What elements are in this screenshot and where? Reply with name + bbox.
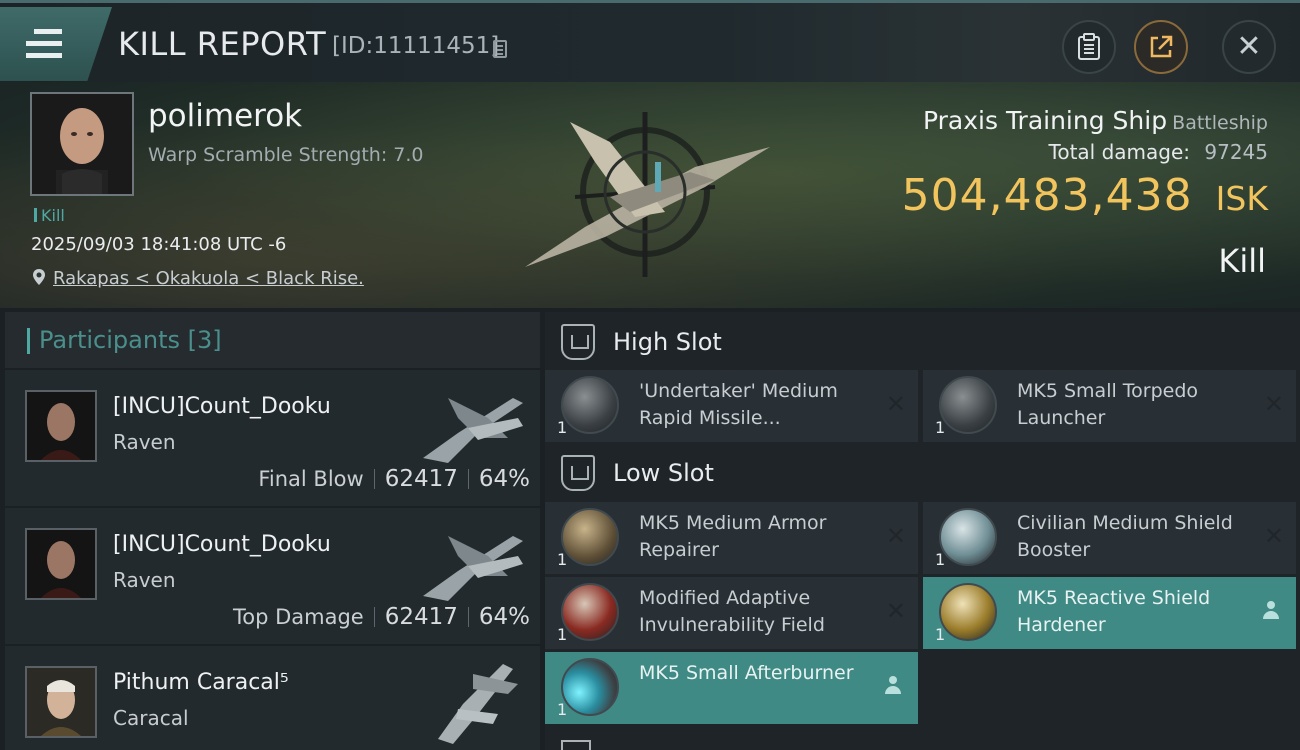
avatar[interactable] <box>25 528 97 600</box>
destroyed-icon: ✕ <box>1263 522 1284 550</box>
destroyed-icon: ✕ <box>1263 390 1284 418</box>
low-slot-title: Low Slot <box>613 459 714 487</box>
participant-damage: 62417 <box>384 604 458 630</box>
module-item[interactable]: 1 MK5 Small Afterburner <box>545 652 918 724</box>
module-item[interactable]: 1 MK5 Reactive Shield Hardener <box>923 577 1296 649</box>
module-quantity: 1 <box>557 418 568 437</box>
avatar[interactable] <box>25 390 97 462</box>
total-damage-value: 97245 <box>1204 140 1268 164</box>
kill-result: Kill <box>1218 242 1266 280</box>
kill-tag: Kill <box>34 206 65 225</box>
high-slot-title: High Slot <box>613 328 722 356</box>
clipboard-icon <box>1078 33 1100 60</box>
shield-booster-icon <box>939 508 997 566</box>
participant-percent: 64% <box>478 604 530 630</box>
mid-slot-icon <box>561 740 591 750</box>
location-link[interactable]: Rakapas < Okakuola < Black Rise. <box>53 268 364 289</box>
missile-launcher-icon <box>561 376 619 434</box>
avatar[interactable] <box>25 666 97 738</box>
victim-ship-class: Battleship <box>1172 112 1268 134</box>
module-item[interactable]: 1 Civilian Medium Shield Booster ✕ <box>923 502 1296 574</box>
close-button[interactable]: ✕ <box>1222 20 1276 74</box>
module-name: MK5 Reactive Shield Hardener <box>1017 587 1211 636</box>
destroyed-icon: ✕ <box>885 597 906 625</box>
participant-row[interactable]: [INCU]Count_Dooku Raven Top Damage 62417 6… <box>5 508 540 644</box>
clipboard-button[interactable] <box>1062 20 1116 74</box>
module-quantity: 1 <box>935 550 946 569</box>
participant-role: Final Blow <box>258 467 364 491</box>
participant-row[interactable]: Pithum Caracal⁵ Caracal <box>5 646 540 750</box>
participant-percent: 64% <box>478 466 530 492</box>
close-icon: ✕ <box>1236 29 1262 64</box>
copy-icon[interactable] <box>493 40 507 58</box>
fitting-slots-panel: High Slot 1 'Undertaker' Medium Rapid Mi… <box>545 312 1300 750</box>
low-slot-header: Low Slot <box>545 445 1300 503</box>
torpedo-launcher-icon <box>939 376 997 434</box>
kill-datetime: 2025/09/03 18:41:08 UTC -6 <box>31 234 287 255</box>
module-item[interactable]: 1 Modified Adaptive Invulnerability Fiel… <box>545 577 918 649</box>
victim-ship-name[interactable]: Praxis Training Ship <box>923 106 1167 135</box>
dropped-person-icon <box>884 676 902 696</box>
module-name: Modified Adaptive Invulnerability Field <box>639 587 825 636</box>
victim-ship-image[interactable] <box>515 102 785 292</box>
module-quantity: 1 <box>557 700 568 719</box>
high-slot-icon <box>561 324 595 360</box>
menu-icon <box>26 29 62 59</box>
victim-name[interactable]: polimerok <box>148 98 302 134</box>
afterburner-icon <box>561 658 619 716</box>
share-icon <box>1150 35 1173 58</box>
share-button[interactable] <box>1134 20 1188 74</box>
invulnerability-field-icon <box>561 583 619 641</box>
report-id: [ID:11111451] <box>332 33 500 59</box>
isk-value: 504,483,438 <box>901 170 1193 221</box>
participants-count: [3] <box>187 326 222 354</box>
location-pin-icon <box>33 269 45 285</box>
high-slot-header: High Slot <box>545 314 1300 372</box>
participant-ship-image <box>438 664 518 744</box>
menu-button[interactable] <box>0 7 112 81</box>
participant-role: Top Damage <box>232 605 364 629</box>
participants-header: Participants [3] <box>5 312 540 368</box>
isk-unit: ISK <box>1215 179 1268 218</box>
module-quantity: 1 <box>935 418 946 437</box>
victim-panel: polimerok Warp Scramble Strength: 7.0 Ki… <box>0 82 1300 308</box>
module-quantity: 1 <box>557 625 568 644</box>
page-title: KILL REPORT <box>118 25 327 63</box>
module-quantity: 1 <box>935 625 946 644</box>
destroyed-icon: ✕ <box>885 390 906 418</box>
module-item[interactable]: 1 MK5 Small Torpedo Launcher ✕ <box>923 370 1296 442</box>
total-damage-label: Total damage: <box>1048 140 1191 164</box>
participants-title: Participants [3] <box>27 326 222 354</box>
destroyed-icon: ✕ <box>885 522 906 550</box>
top-bar: KILL REPORT [ID:11111451] ✕ <box>0 0 1300 82</box>
participant-row[interactable]: [INCU]Count_Dooku Raven Final Blow 62417 6… <box>5 370 540 506</box>
module-name: Civilian Medium Shield Booster <box>1017 512 1233 561</box>
participant-name[interactable]: Pithum Caracal⁵ <box>113 670 289 695</box>
module-quantity: 1 <box>557 550 568 569</box>
low-slot-icon <box>561 455 595 491</box>
participant-ship: Caracal <box>113 706 189 730</box>
participant-name[interactable]: [INCU]Count_Dooku <box>113 394 331 419</box>
participant-damage: 62417 <box>384 466 458 492</box>
dropped-person-icon <box>1262 601 1280 621</box>
participant-ship-image <box>423 398 523 463</box>
shield-hardener-icon <box>939 583 997 641</box>
participants-panel: Participants [3] [INCU]Count_Dooku Raven… <box>5 312 540 750</box>
module-item[interactable]: 1 'Undertaker' Medium Rapid Missile... ✕ <box>545 370 918 442</box>
module-name: MK5 Small Torpedo Launcher <box>1017 380 1199 429</box>
armor-repairer-icon <box>561 508 619 566</box>
participant-ship: Raven <box>113 568 176 592</box>
module-name: MK5 Small Afterburner <box>639 662 854 684</box>
participant-ship-image <box>423 536 523 601</box>
participant-ship: Raven <box>113 430 176 454</box>
module-item[interactable]: 1 MK5 Medium Armor Repairer ✕ <box>545 502 918 574</box>
participant-name[interactable]: [INCU]Count_Dooku <box>113 532 331 557</box>
module-name: 'Undertaker' Medium Rapid Missile... <box>639 380 838 429</box>
avatar <box>32 94 132 194</box>
warp-scramble-strength: Warp Scramble Strength: 7.0 <box>148 144 424 166</box>
module-name: MK5 Medium Armor Repairer <box>639 512 827 561</box>
victim-portrait[interactable] <box>30 92 134 196</box>
